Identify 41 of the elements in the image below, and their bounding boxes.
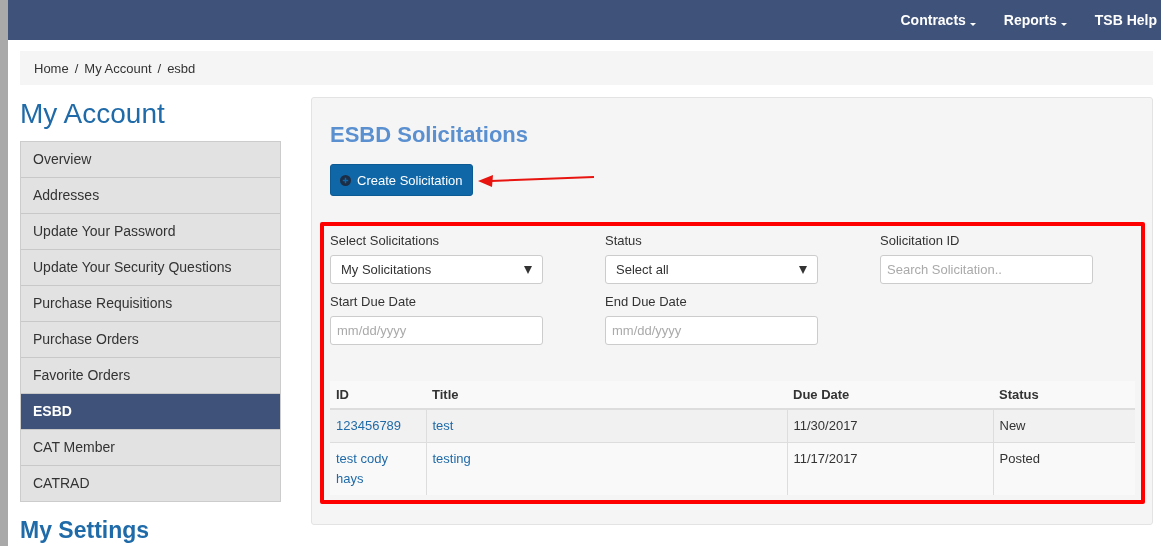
field-label: Status — [605, 233, 643, 248]
settings-heading: My Settings — [20, 516, 151, 544]
nav-menu-item[interactable]: Reports — [1003, 12, 1067, 28]
sidebar-item[interactable]: Purchase Orders — [21, 322, 280, 358]
sidebar-item[interactable]: Update Your Security Questions — [21, 250, 280, 286]
dropdown-arrow-icon — [799, 265, 807, 274]
breadcrumb-separator: / — [157, 60, 162, 76]
sidebar-item[interactable]: ESBD — [21, 394, 280, 430]
nav-menu-item[interactable]: Contracts — [900, 12, 976, 28]
table-cell: Posted — [999, 451, 1040, 466]
nav-menu-item[interactable]: TSB Help — [1094, 12, 1157, 28]
sidebar-item[interactable]: CAT Member — [21, 430, 280, 466]
table-link[interactable]: test cody hays — [336, 449, 416, 489]
dropdown-field[interactable]: Select all — [605, 255, 818, 284]
sidebar-heading: My Account — [20, 97, 166, 131]
input-field[interactable]: mm/dd/yyyy — [330, 316, 543, 345]
breadcrumb-link[interactable]: My Account — [84, 60, 152, 76]
field-label: Start Due Date — [330, 294, 417, 309]
sidebar-item[interactable]: Favorite Orders — [21, 358, 280, 394]
table-cell: New — [999, 418, 1026, 433]
sidebar-item[interactable]: Purchase Requisitions — [21, 286, 280, 322]
dropdown-field[interactable]: My Solicitations — [330, 255, 543, 284]
input-field[interactable]: mm/dd/yyyy — [605, 316, 818, 345]
table-cell: 11/17/2017 — [793, 451, 858, 466]
sidebar-item[interactable]: Overview — [21, 142, 280, 178]
input-field[interactable]: Search Solicitation.. — [880, 255, 1093, 284]
sidebar-item[interactable]: CATRAD — [21, 466, 280, 501]
plus-circle-icon — [340, 174, 351, 186]
sidebar-item[interactable]: Addresses — [21, 178, 280, 214]
breadcrumb-link[interactable]: Home — [34, 60, 69, 76]
field-label: Select Solicitations — [330, 233, 441, 248]
sidebar-item[interactable]: Update Your Password — [21, 214, 280, 250]
field-label: End Due Date — [605, 294, 688, 309]
panel-title: ESBD Solicitations — [330, 122, 530, 148]
dropdown-arrow-icon — [524, 265, 532, 274]
table-link[interactable]: test — [432, 418, 454, 433]
create-solicitation-button[interactable]: Create Solicitation — [330, 164, 473, 196]
breadcrumb-separator: / — [74, 60, 79, 76]
table-cell: 11/30/2017 — [793, 418, 858, 433]
field-label: Solicitation ID — [880, 233, 961, 248]
table-link[interactable]: testing — [432, 451, 471, 466]
